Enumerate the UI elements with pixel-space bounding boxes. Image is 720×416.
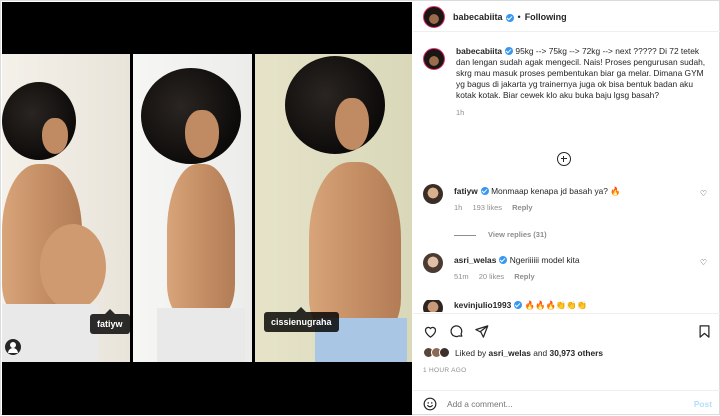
comment-body: fatiyw Monmaap kenapa jd basah ya? 🔥 (454, 186, 713, 197)
share-icon[interactable] (474, 324, 489, 339)
verified-icon (499, 256, 508, 264)
post-sidebar: babecabiita • Following babecabiita 95kg… (413, 2, 720, 415)
photo-panel-middle (133, 54, 252, 362)
action-icons (423, 322, 713, 342)
comment-time: 51m (454, 272, 469, 281)
face (185, 110, 219, 158)
comment: fatiyw Monmaap kenapa jd basah ya? 🔥 1h … (423, 184, 713, 212)
torso (167, 164, 235, 314)
belly (40, 224, 106, 310)
avatar[interactable] (423, 184, 443, 204)
shorts (157, 308, 245, 362)
user-tag-icon[interactable] (5, 339, 21, 355)
likes-summary: Liked by asri_welas and 30,973 others (423, 347, 603, 358)
heart-icon[interactable]: ♡ (700, 258, 707, 267)
comment-icon[interactable] (449, 324, 464, 339)
comment-username[interactable]: fatiyw (454, 186, 478, 196)
avatar[interactable] (423, 300, 443, 312)
comment-input[interactable] (447, 398, 694, 409)
separator-dot: • (517, 11, 521, 22)
plus-circle-icon[interactable] (557, 152, 571, 166)
face (42, 118, 68, 154)
comment-time: 1h (454, 203, 463, 212)
comment-meta: 51m 20 likes Reply (454, 272, 713, 281)
avatar[interactable] (423, 48, 445, 70)
comment-body: kevinjulio1993 🔥🔥🔥👏👏👏 (454, 300, 713, 311)
heart-icon[interactable]: ♡ (700, 189, 707, 198)
following-button[interactable]: Following (525, 12, 567, 22)
likes-prefix: Liked by (455, 347, 487, 358)
caption-body: babecabiita 95kg --> 75kg --> 72kg --> n… (456, 46, 713, 118)
comment-likes[interactable]: 193 likes (472, 203, 502, 212)
post-dialog: fatiyw cissienugraha babecabiita • Follo… (0, 0, 720, 415)
comment-meta: 1h 193 likes Reply (454, 203, 713, 212)
avatar[interactable] (423, 253, 443, 273)
post-age: 1 HOUR AGO (423, 367, 467, 374)
verified-icon (505, 47, 514, 55)
comment-text: Monmaap kenapa jd basah ya? 🔥 (491, 186, 621, 196)
comment: kevinjulio1993 🔥🔥🔥👏👏👏 (423, 300, 713, 312)
post-header: babecabiita • Following (413, 2, 720, 32)
verified-icon (480, 187, 489, 195)
comment-body: asri_welas Ngeriiiiii model kita (454, 255, 713, 266)
comment: asri_welas Ngeriiiiii model kita 51m 20 … (423, 253, 713, 281)
view-replies-button[interactable]: View replies (31) (454, 230, 547, 239)
comment-text: 🔥🔥🔥👏👏👏 (524, 300, 588, 310)
likes-text[interactable]: Liked by asri_welas and 30,973 others (455, 348, 603, 358)
likes-count[interactable]: 30,973 others (550, 348, 604, 358)
comment-username[interactable]: asri_welas (454, 255, 496, 265)
torso (309, 162, 401, 332)
reply-button[interactable]: Reply (512, 203, 532, 212)
likes-and: and (533, 347, 548, 358)
photo-tag-fatiyw[interactable]: fatiyw (90, 309, 130, 334)
post-button[interactable]: Post (694, 399, 712, 409)
likes-user[interactable]: asri_welas (489, 348, 531, 358)
verified-icon (514, 301, 523, 309)
caption-username[interactable]: babecabiita (456, 46, 502, 56)
heart-icon[interactable] (423, 324, 438, 339)
action-bar: Liked by asri_welas and 30,973 others 1 … (413, 313, 720, 415)
avatar[interactable] (423, 5, 445, 28)
post-caption: babecabiita 95kg --> 75kg --> 72kg --> n… (423, 46, 713, 118)
add-comment-bar: Post (413, 390, 720, 416)
face (335, 98, 369, 150)
comment-likes[interactable]: 20 likes (479, 272, 504, 281)
emoji-icon[interactable] (423, 397, 437, 411)
author-username[interactable]: babecabiita (453, 12, 503, 22)
photo-tag-cissienugraha[interactable]: cissienugraha (264, 307, 339, 332)
bookmark-icon[interactable] (697, 324, 712, 339)
verified-icon (505, 13, 514, 22)
avatar[interactable] (439, 347, 450, 358)
hair (2, 82, 76, 160)
post-image[interactable]: fatiyw cissienugraha (2, 2, 412, 415)
comment-username[interactable]: kevinjulio1993 (454, 300, 511, 310)
reply-button[interactable]: Reply (514, 272, 534, 281)
caption-time: 1h (456, 108, 465, 117)
hair (285, 56, 385, 154)
comment-text: Ngeriiiiii model kita (509, 255, 580, 265)
